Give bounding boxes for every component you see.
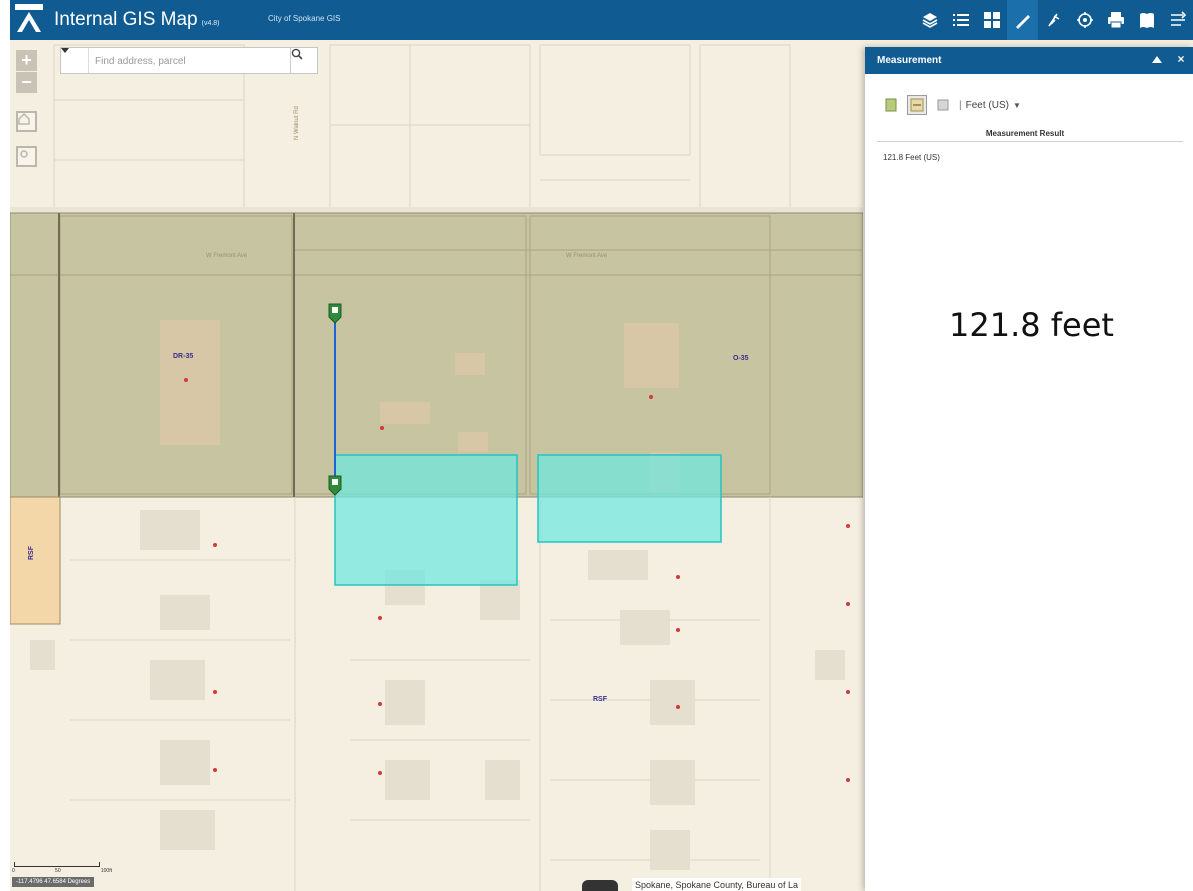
layer-list-icon[interactable]	[945, 0, 976, 40]
coordinates-readout: -117.4796 47.6584 Degrees	[12, 877, 95, 887]
zone-label-dr: DR-35	[173, 353, 194, 360]
location-tool-button[interactable]	[933, 95, 953, 115]
distance-icon	[910, 98, 924, 112]
caret-down-icon	[61, 48, 69, 53]
search-input[interactable]	[93, 51, 277, 72]
area-icon	[885, 98, 897, 112]
query-icon[interactable]	[1069, 0, 1100, 40]
zoom-controls: + −	[16, 50, 38, 94]
unit-label: Feet (US)	[965, 99, 1009, 111]
zoom-in-button[interactable]: +	[16, 50, 37, 71]
panel-minimize-button[interactable]	[1151, 53, 1163, 65]
result-heading: Measurement Result	[985, 129, 1065, 138]
zone-label-rsf: RSF	[593, 696, 607, 703]
caret-down-icon: ▼	[1012, 100, 1021, 110]
scale-numbers: 0 50 100ft	[12, 868, 112, 874]
city-logo-icon	[15, 4, 43, 32]
attribution-handle[interactable]	[582, 880, 618, 891]
zone-label-o: O-35	[733, 355, 749, 362]
map-attribution: Spokane, Spokane County, Bureau of La	[632, 878, 801, 891]
zoom-out-button[interactable]: −	[16, 72, 37, 93]
road-label-vertical: N Walnut Rd	[294, 106, 300, 140]
result-value: 121.8 Feet (US)	[883, 153, 940, 162]
map-view[interactable]: + − DR-35 O-35 RSF RSF W Fremont Ave W F…	[10, 40, 863, 891]
scale-bar: 0 50 100ft -117.4796 47.6584 Degrees	[12, 860, 162, 890]
home-button[interactable]	[16, 111, 37, 132]
tool-separator: |	[959, 99, 962, 111]
basemap-gallery-icon[interactable]	[976, 0, 1007, 40]
road-label-upper-left: W Fremont Ave	[206, 253, 248, 259]
search-button[interactable]	[290, 48, 317, 73]
app-header: Internal GIS Map (v4.8) City of Spokane G…	[10, 0, 1193, 40]
search-box	[60, 47, 318, 74]
result-divider	[877, 141, 1183, 142]
bookmark-icon[interactable]	[1131, 0, 1162, 40]
app-title: Internal GIS Map (v4.8)	[54, 9, 220, 30]
area-tool-button[interactable]	[881, 95, 901, 115]
app-frame: Internal GIS Map (v4.8) City of Spokane G…	[10, 0, 1193, 891]
map-canvas	[10, 40, 863, 891]
measurement-panel: Measurement × | Feet (US) ▼ Measurement …	[865, 47, 1193, 891]
measurement-overlay-text: 121.8 feet	[949, 306, 1114, 344]
print-icon[interactable]	[1100, 0, 1131, 40]
panel-title: Measurement	[877, 55, 942, 66]
measurement-icon[interactable]	[1007, 0, 1038, 40]
scale-line	[14, 862, 100, 867]
locate-button[interactable]	[16, 146, 37, 167]
org-link[interactable]: City of Spokane GIS	[268, 14, 340, 23]
locate-icon	[20, 150, 28, 158]
panel-header: Measurement ×	[865, 47, 1193, 74]
swipe-icon[interactable]	[1162, 0, 1193, 40]
road-label-upper-right: W Fremont Ave	[566, 253, 608, 259]
panel-close-button[interactable]: ×	[1175, 53, 1187, 65]
home-icon	[18, 113, 30, 125]
zone-label-side: RSF	[28, 546, 35, 560]
distance-tool-button[interactable]	[907, 95, 927, 115]
search-icon	[291, 48, 303, 60]
header-toolbar	[914, 0, 1193, 40]
measurement-tools: | Feet (US) ▼	[881, 95, 1021, 115]
search-source-dropdown[interactable]	[61, 48, 89, 73]
location-icon	[937, 99, 949, 111]
unit-dropdown[interactable]: Feet (US) ▼	[966, 100, 1021, 111]
layers-icon[interactable]	[914, 0, 945, 40]
chevron-up-icon	[1152, 55, 1162, 63]
draw-icon[interactable]	[1038, 0, 1069, 40]
